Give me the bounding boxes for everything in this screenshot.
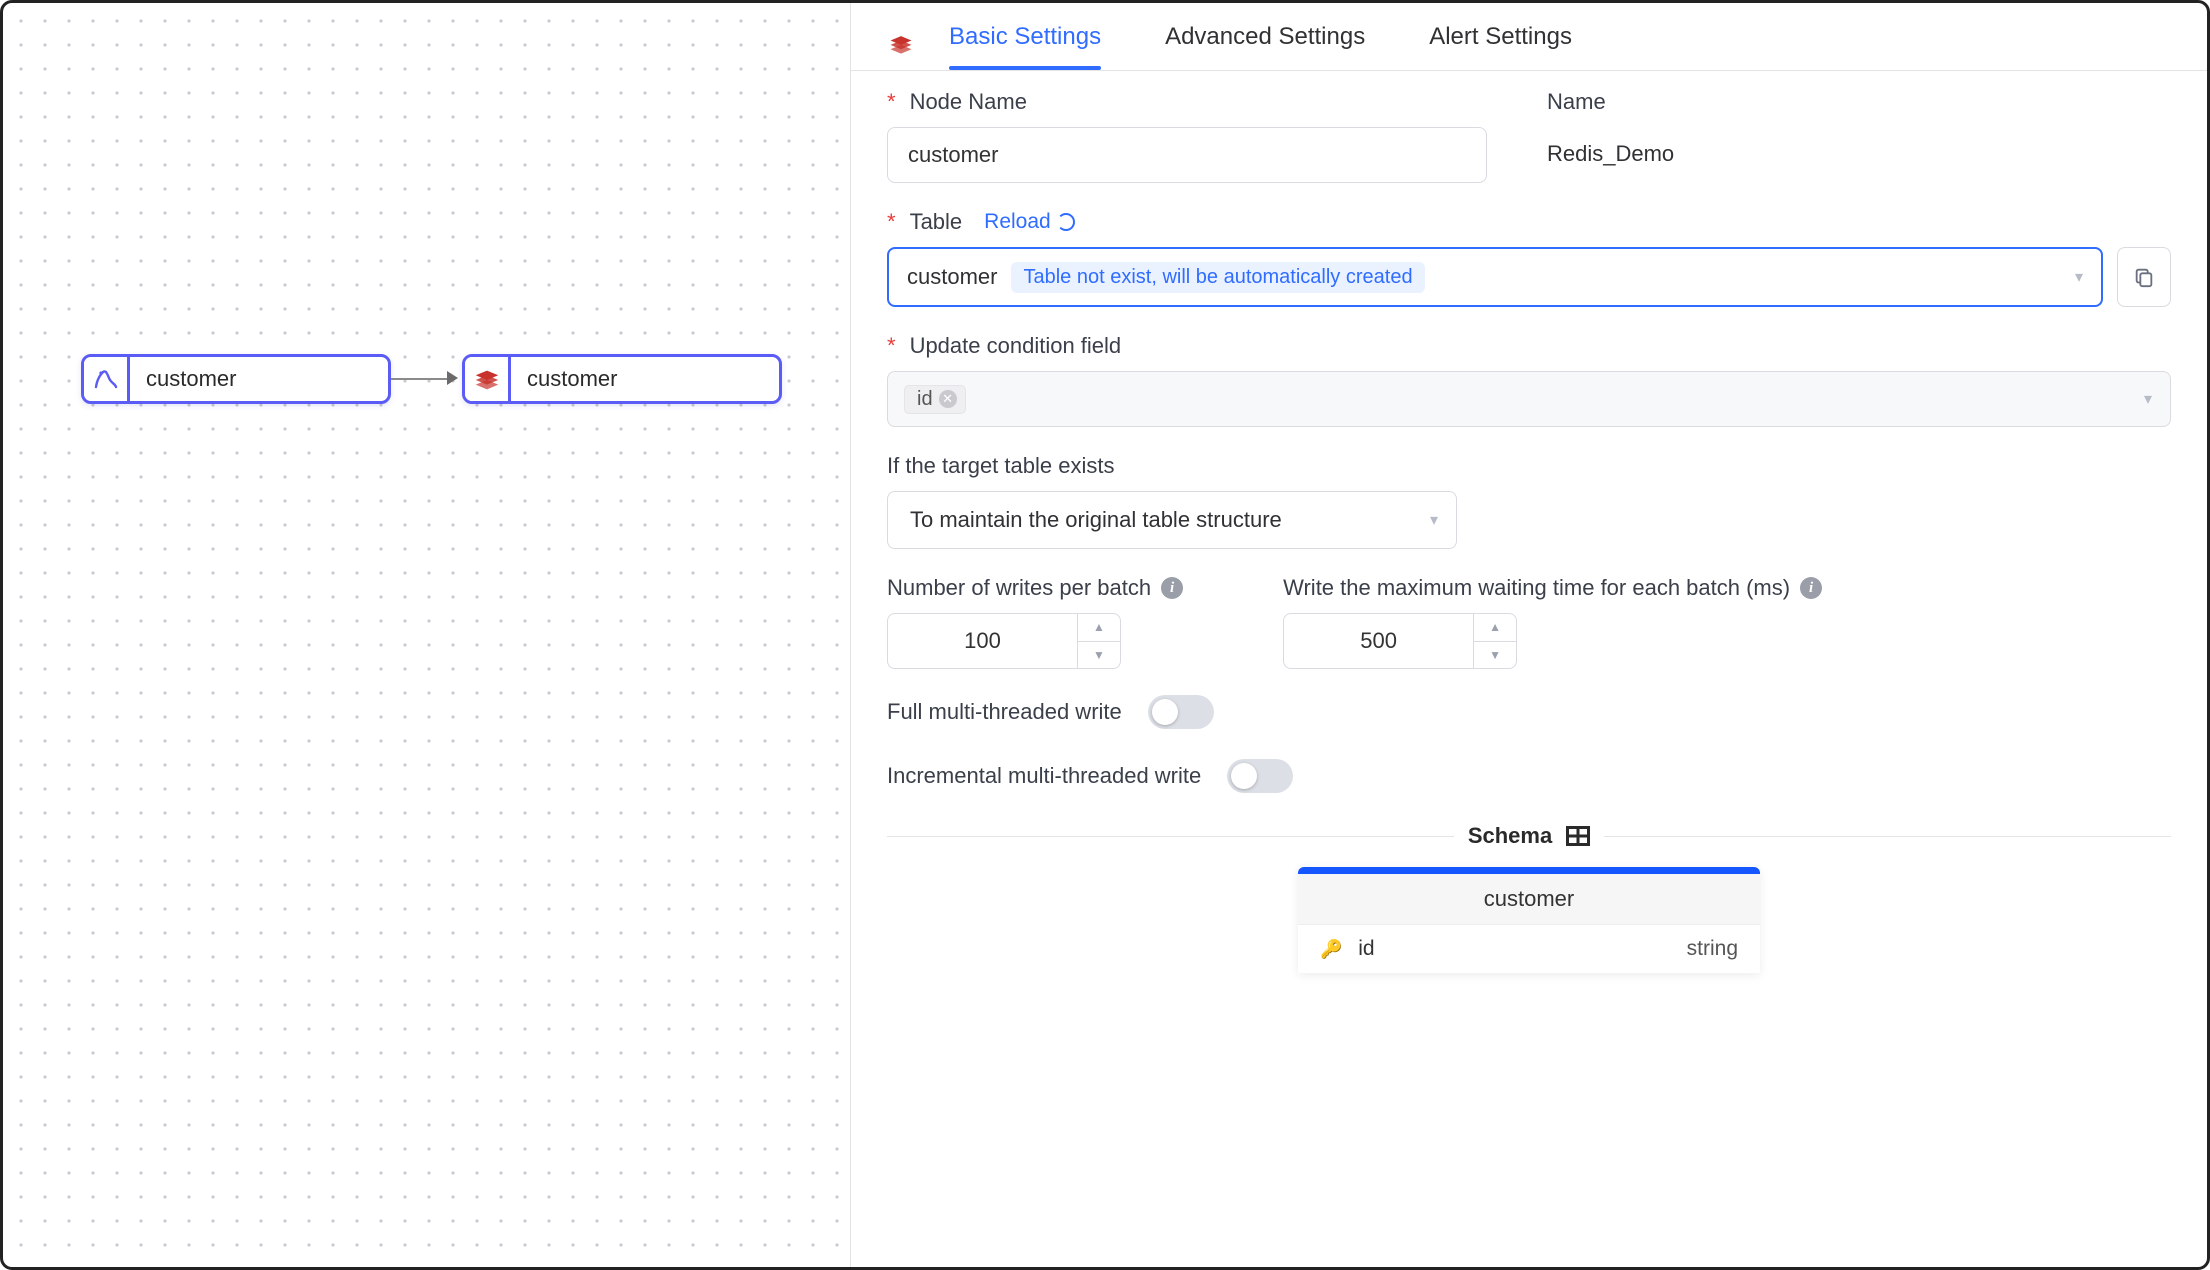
- update-condition-label: *Update condition field: [887, 333, 2171, 359]
- table-value: customer: [907, 264, 997, 290]
- target-exists-label: If the target table exists: [887, 453, 2171, 479]
- tab-advanced-settings[interactable]: Advanced Settings: [1165, 23, 1365, 69]
- schema-table-name: customer: [1298, 874, 1760, 924]
- copy-button[interactable]: [2117, 247, 2171, 307]
- panel-body[interactable]: *Node Name customer Name Redis_Demo *Tab…: [851, 71, 2207, 1267]
- max-wait-label: Write the maximum waiting time for each …: [1283, 575, 1822, 601]
- inc-mt-label: Incremental multi-threaded write: [887, 763, 1201, 789]
- reload-icon: [1057, 213, 1075, 231]
- remove-tag-button[interactable]: ✕: [939, 390, 957, 408]
- info-icon[interactable]: i: [1800, 577, 1822, 599]
- step-up-button[interactable]: ▲: [1474, 614, 1516, 642]
- schema-field-name: id: [1358, 937, 1374, 960]
- table-label: *Table Reload: [887, 209, 2171, 235]
- schema-card: customer 🔑 id string: [1298, 867, 1760, 973]
- chevron-down-icon: ▾: [2075, 267, 2083, 287]
- settings-panel: Basic Settings Advanced Settings Alert S…: [851, 3, 2207, 1267]
- table-select[interactable]: customer Table not exist, will be automa…: [887, 247, 2103, 307]
- full-mt-toggle[interactable]: [1148, 695, 1214, 729]
- tab-basic-settings[interactable]: Basic Settings: [949, 23, 1101, 69]
- step-up-button[interactable]: ▲: [1078, 614, 1120, 642]
- copy-icon: [2133, 266, 2155, 288]
- target-exists-select[interactable]: To maintain the original table structure…: [887, 491, 1457, 549]
- source-node-label: customer: [130, 366, 258, 392]
- inc-mt-toggle[interactable]: [1227, 759, 1293, 793]
- target-node[interactable]: customer: [462, 354, 782, 404]
- tabs-bar: Basic Settings Advanced Settings Alert S…: [851, 3, 2207, 71]
- node-name-input[interactable]: customer: [887, 127, 1487, 183]
- table-hint-chip: Table not exist, will be automatically c…: [1011, 262, 1424, 293]
- step-down-button[interactable]: ▼: [1078, 642, 1120, 669]
- table-icon: [1566, 826, 1590, 846]
- redis-icon: [887, 30, 915, 61]
- full-mt-label: Full multi-threaded write: [887, 699, 1122, 725]
- target-node-label: customer: [511, 366, 639, 392]
- edge-line: [391, 378, 447, 380]
- max-wait-input[interactable]: 500 ▲ ▼: [1283, 613, 1822, 669]
- update-condition-select[interactable]: id ✕ ▾: [887, 371, 2171, 427]
- schema-divider: Schema: [887, 823, 2171, 849]
- condition-tag: id ✕: [904, 385, 966, 414]
- key-icon: 🔑: [1320, 939, 1342, 959]
- redis-icon: [465, 357, 511, 401]
- edge-arrowhead-icon: [447, 371, 458, 385]
- node-name-label: *Node Name: [887, 89, 1487, 115]
- name-label: Name: [1547, 89, 1674, 115]
- schema-row[interactable]: 🔑 id string: [1298, 924, 1760, 973]
- chevron-down-icon: ▾: [1430, 510, 1438, 530]
- tab-alert-settings[interactable]: Alert Settings: [1429, 23, 1572, 69]
- name-value: Redis_Demo: [1547, 127, 1674, 167]
- info-icon[interactable]: i: [1161, 577, 1183, 599]
- source-node[interactable]: customer: [81, 354, 391, 404]
- reload-link[interactable]: Reload: [984, 210, 1075, 234]
- chevron-down-icon: ▾: [2144, 389, 2152, 409]
- step-down-button[interactable]: ▼: [1474, 642, 1516, 669]
- writes-per-batch-input[interactable]: 100 ▲ ▼: [887, 613, 1183, 669]
- flow-canvas[interactable]: customer customer: [3, 3, 851, 1267]
- mysql-icon: [84, 357, 130, 401]
- schema-field-type: string: [1687, 937, 1738, 961]
- writes-per-batch-label: Number of writes per batch i: [887, 575, 1183, 601]
